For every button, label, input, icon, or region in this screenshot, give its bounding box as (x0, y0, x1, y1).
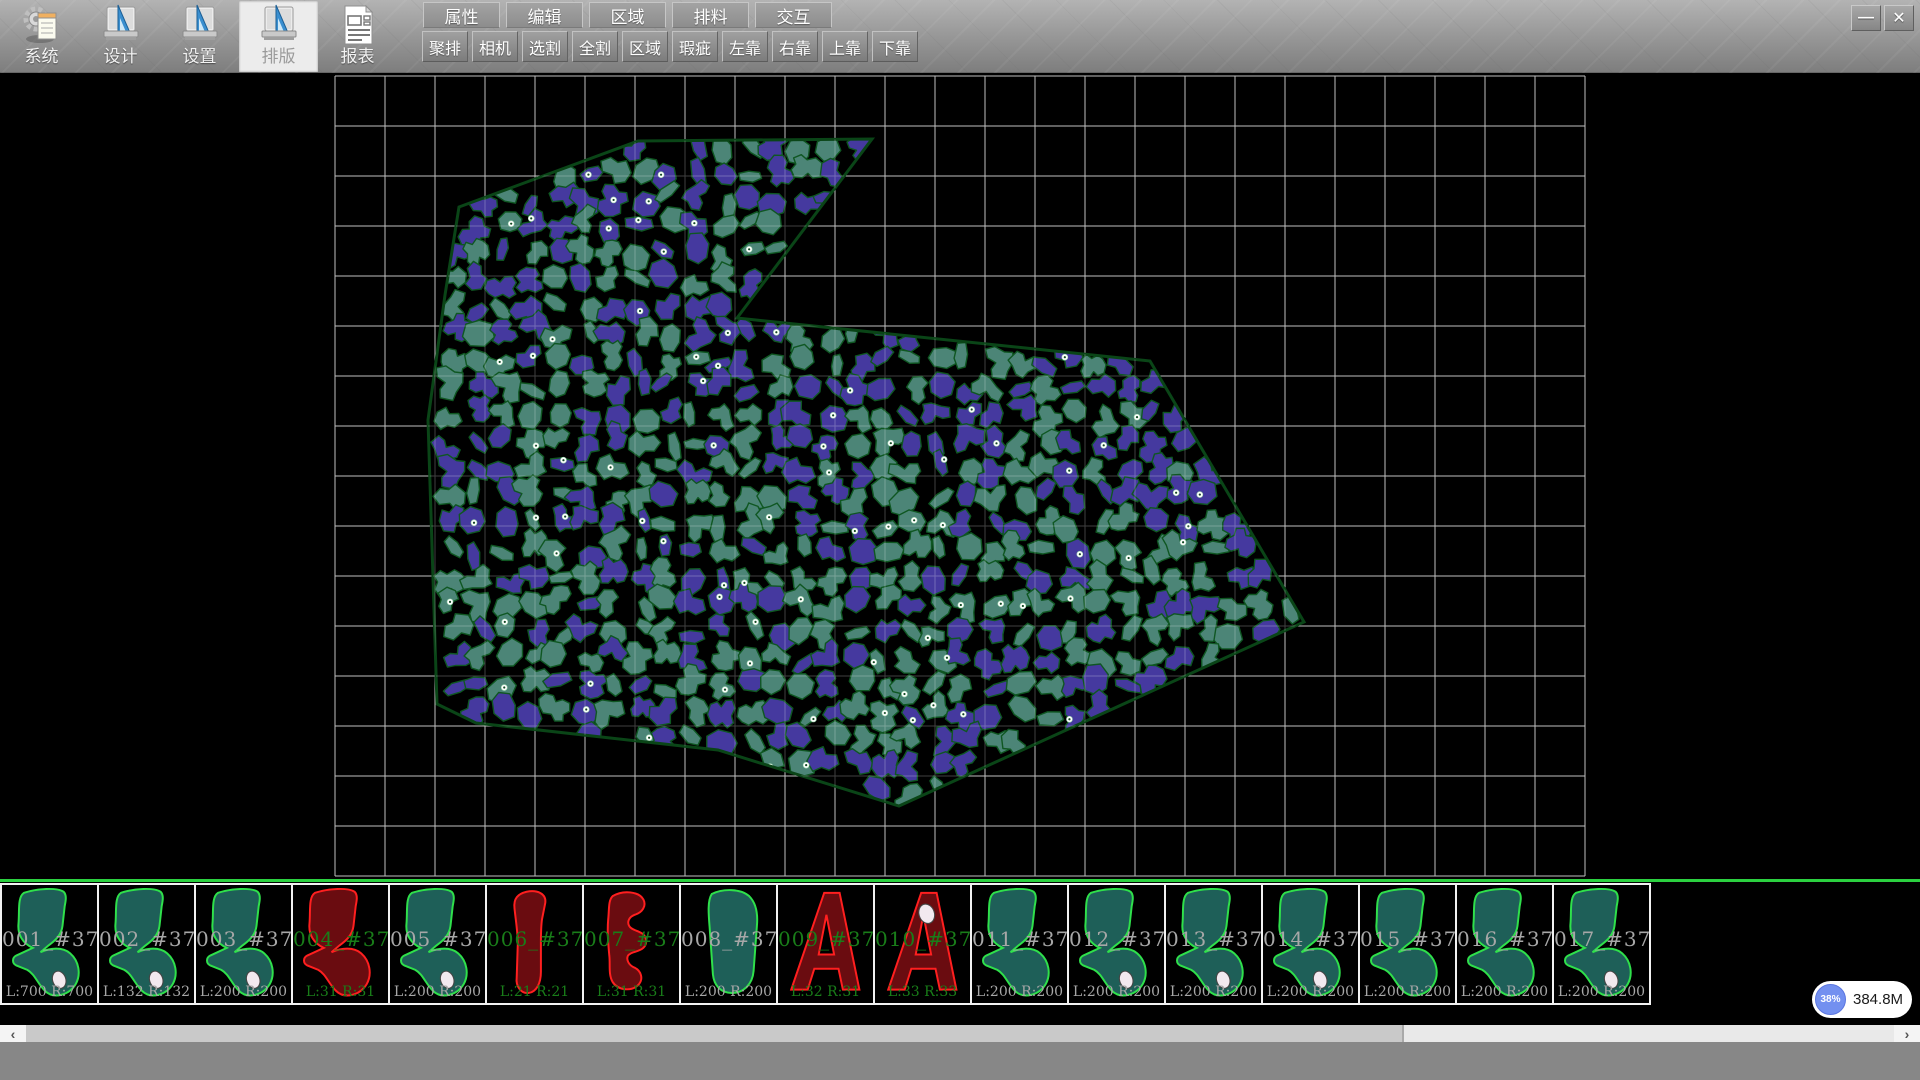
piece-shape (196, 885, 293, 1003)
close-button[interactable]: ✕ (1884, 5, 1914, 31)
piece-shape (1457, 885, 1554, 1003)
piece-shape (1069, 885, 1166, 1003)
strip-divider-line (0, 879, 1920, 882)
window-controls: — ✕ (1851, 5, 1914, 31)
minimize-button[interactable]: — (1851, 5, 1881, 31)
menu-item-1[interactable]: 属性 (423, 2, 500, 28)
menu-item-5[interactable]: 交互 (755, 2, 832, 28)
piece-thumbnail-strip: 001_#37 L:700 R:700 002_#37 L:132 R:132 … (0, 883, 1920, 1005)
nav-button-design[interactable]: 设计 (81, 1, 160, 72)
nav-button-label: 报表 (341, 47, 375, 67)
piece-thumbnail[interactable]: 001_#37 L:700 R:700 (0, 883, 99, 1005)
nav-button-settings[interactable]: 设置 (160, 1, 239, 72)
nav-button-system[interactable]: 系统 (2, 1, 81, 72)
tool-button-7[interactable]: 左靠 (722, 31, 768, 62)
piece-shape (390, 885, 487, 1003)
piece-thumbnail[interactable]: 009_#37 L:32 R:31 (776, 883, 875, 1005)
tool-button-6[interactable]: 瑕疵 (672, 31, 718, 62)
horizontal-scrollbar[interactable]: ‹ › (0, 1025, 1920, 1042)
piece-thumbnail[interactable]: 014_#37 L:200 R:200 (1261, 883, 1360, 1005)
tool-button-8[interactable]: 右靠 (772, 31, 818, 62)
piece-thumbnail[interactable]: 012_#37 L:200 R:200 (1067, 883, 1166, 1005)
tool-button-4[interactable]: 全割 (572, 31, 618, 62)
tool-button-5[interactable]: 区域 (622, 31, 668, 62)
report-icon (338, 3, 378, 47)
piece-thumbnail[interactable]: 006_#37 L:21 R:21 (485, 883, 584, 1005)
nesting-icon (259, 3, 299, 47)
piece-shape (972, 885, 1069, 1003)
piece-thumbnail[interactable]: 015_#37 L:200 R:200 (1358, 883, 1457, 1005)
design-icon (101, 3, 141, 47)
progress-size-label: 384.8M (1853, 991, 1903, 1008)
piece-thumbnail[interactable]: 008_#37 L:200 R:200 (679, 883, 778, 1005)
menu-item-4[interactable]: 排料 (672, 2, 749, 28)
piece-thumbnail[interactable]: 003_#37 L:200 R:200 (194, 883, 293, 1005)
tool-button-2[interactable]: 相机 (472, 31, 518, 62)
piece-shape (681, 885, 778, 1003)
menu-item-3[interactable]: 区域 (589, 2, 666, 28)
piece-shape (584, 885, 681, 1003)
nav-button-nesting[interactable]: 排版 (239, 1, 318, 72)
piece-shape (293, 885, 390, 1003)
tool-button-10[interactable]: 下靠 (872, 31, 918, 62)
piece-thumbnail[interactable]: 002_#37 L:132 R:132 (97, 883, 196, 1005)
settings-icon (180, 3, 220, 47)
piece-shape (1263, 885, 1360, 1003)
nesting-canvas[interactable] (0, 73, 1920, 879)
system-icon (22, 3, 62, 47)
scroll-left-button[interactable]: ‹ (0, 1025, 26, 1042)
menu-item-2[interactable]: 编辑 (506, 2, 583, 28)
piece-shape (99, 885, 196, 1003)
tool-button-1[interactable]: 聚排 (422, 31, 468, 62)
piece-shape (1554, 885, 1651, 1003)
piece-thumbnail[interactable]: 016_#37 L:200 R:200 (1455, 883, 1554, 1005)
piece-thumbnail[interactable]: 011_#37 L:200 R:200 (970, 883, 1069, 1005)
progress-percent-circle: 38% (1815, 984, 1846, 1015)
tool-button-row: 聚排相机选割全割区域瑕疵左靠右靠上靠下靠 (422, 31, 918, 62)
piece-thumbnail[interactable]: 010_#37 L:33 R:33 (873, 883, 972, 1005)
piece-shape (487, 885, 584, 1003)
piece-thumbnail[interactable]: 013_#37 L:200 R:200 (1164, 883, 1263, 1005)
piece-thumbnail[interactable]: 007_#37 L:31 R:31 (582, 883, 681, 1005)
application-window: 系统 设计 设置 排版 报表 属性编辑区域排料交互 聚排相机选割全割区域 (0, 0, 1920, 1080)
tool-button-9[interactable]: 上靠 (822, 31, 868, 62)
piece-thumbnail[interactable]: 005_#37 L:200 R:200 (388, 883, 487, 1005)
nav-button-label: 排版 (262, 47, 296, 67)
piece-shape (2, 885, 99, 1003)
piece-thumbnail[interactable]: 017_#37 L:200 R:200 (1552, 883, 1651, 1005)
piece-shape (778, 885, 875, 1003)
progress-badge[interactable]: 38% 384.8M (1812, 981, 1912, 1018)
toolbar: 系统 设计 设置 排版 报表 属性编辑区域排料交互 聚排相机选割全割区域 (0, 0, 1920, 73)
menu-bar: 属性编辑区域排料交互 (423, 2, 832, 28)
nav-button-report[interactable]: 报表 (318, 1, 397, 72)
piece-shape (1166, 885, 1263, 1003)
scrollbar-thumb[interactable] (26, 1025, 1404, 1042)
piece-thumbnail[interactable]: 004_#37 L:31 R:31 (291, 883, 390, 1005)
main-nav-bar: 系统 设计 设置 排版 报表 (2, 1, 397, 72)
status-bar (0, 1042, 1920, 1080)
tool-button-3[interactable]: 选割 (522, 31, 568, 62)
piece-shape (875, 885, 972, 1003)
nav-button-label: 系统 (25, 47, 59, 67)
scroll-right-button[interactable]: › (1894, 1025, 1920, 1042)
nav-button-label: 设置 (183, 47, 217, 67)
nesting-layout-svg (0, 73, 1920, 879)
nav-button-label: 设计 (104, 47, 138, 67)
piece-shape (1360, 885, 1457, 1003)
